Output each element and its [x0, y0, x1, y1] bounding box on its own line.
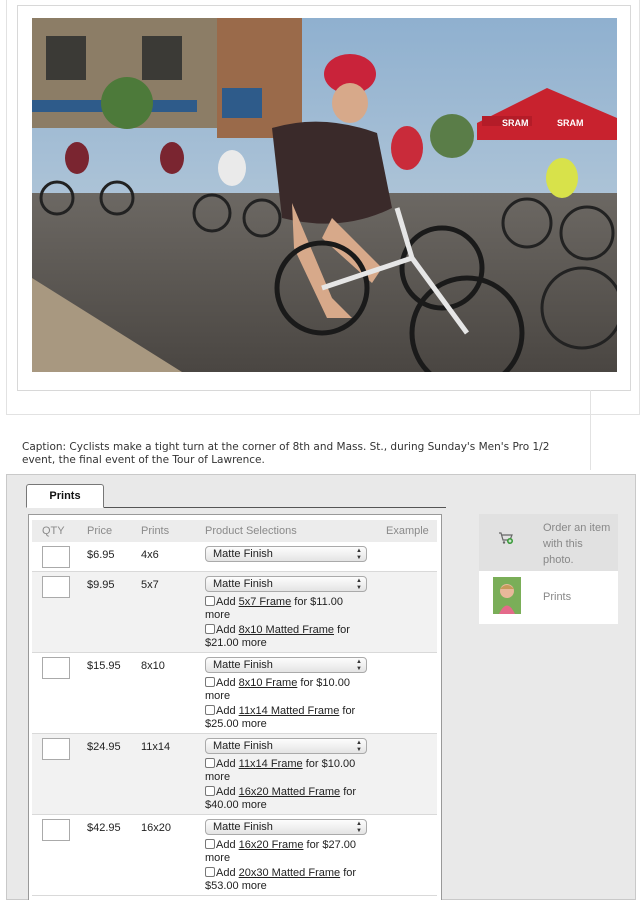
option-prefix: Add [216, 867, 239, 879]
prints-thumbnail-image [493, 577, 521, 614]
prints-thumbnail[interactable] [493, 577, 521, 614]
table-row: $9.95 5x7 Matte Finish ▲ ▼ Add 5x7 Frame for … [32, 572, 437, 653]
table-row: $24.95 11x14 Matte Finish ▲ ▼ Add 11x14 Frame… [32, 734, 437, 815]
quantity-input[interactable] [42, 738, 70, 760]
print-size-cell: 16x20 [141, 822, 171, 834]
quantity-input[interactable] [42, 657, 70, 679]
quantity-input[interactable] [42, 819, 70, 841]
option-prefix: Add [216, 839, 239, 851]
add-frame-checkbox[interactable] [205, 758, 215, 768]
print-size-cell: 5x7 [141, 579, 159, 591]
finish-select[interactable]: Matte Finish ▲ ▼ [205, 657, 367, 673]
price-cell: $6.95 [87, 549, 115, 561]
finish-select[interactable]: Matte Finish ▲ ▼ [205, 576, 367, 592]
add-frame-checkbox[interactable] [205, 677, 215, 687]
finish-select[interactable]: Matte Finish ▲ ▼ [205, 819, 367, 835]
option-prefix: Add [216, 705, 239, 717]
cart-add-icon [499, 532, 513, 544]
header-price: Price [87, 525, 113, 537]
order-panel: Prints QTY Price Prints Product Selectio… [6, 474, 636, 900]
finish-select-value: Matte Finish [213, 548, 273, 560]
add-frame-checkbox[interactable] [205, 624, 215, 634]
table-row: $6.95 4x6 Matte Finish ▲ ▼ [32, 542, 437, 572]
frame-link[interactable]: 11x14 Frame [239, 758, 303, 770]
order-sidebar: Order an item with this photo. Prints [479, 514, 618, 624]
tab-prints[interactable]: Prints [26, 484, 104, 508]
frame-link[interactable]: 16x20 Frame [239, 839, 304, 851]
order-item-box[interactable]: Order an item with this photo. [479, 514, 618, 571]
select-arrows-icon: ▲ ▼ [356, 548, 362, 561]
frame-link[interactable]: 5x7 Frame [239, 596, 292, 608]
add-frame-option: Add 11x14 Matted Frame for $25.00 more [205, 705, 365, 731]
add-frame-checkbox[interactable] [205, 867, 215, 877]
tent-banner-text-1: SRAM [502, 118, 529, 128]
add-frame-option: Add 16x20 Matted Frame for $40.00 more [205, 786, 365, 812]
add-frame-option: Add 5x7 Frame for $11.00 more [205, 596, 365, 622]
quantity-input[interactable] [42, 546, 70, 568]
print-size-cell: 8x10 [141, 660, 165, 672]
sidebar-prints-label[interactable]: Prints [543, 591, 571, 603]
table-row: $15.95 8x10 Matte Finish ▲ ▼ Add 8x10 Frame f… [32, 653, 437, 734]
header-qty: QTY [42, 525, 65, 537]
order-item-text: Order an item with this photo. [543, 522, 611, 566]
tent-banner-text-2: SRAM [557, 118, 584, 128]
price-cell: $42.95 [87, 822, 121, 834]
header-product-selections: Product Selections [205, 525, 297, 537]
price-cell: $9.95 [87, 579, 115, 591]
add-frame-checkbox[interactable] [205, 705, 215, 715]
add-frame-checkbox[interactable] [205, 786, 215, 796]
cycling-photo-image: SRAM SRAM [32, 18, 617, 372]
add-frame-option: Add 8x10 Matted Frame for $21.00 more [205, 624, 365, 650]
frame-link[interactable]: 8x10 Matted Frame [239, 624, 334, 636]
price-cell: $24.95 [87, 741, 121, 753]
frame-link[interactable]: 16x20 Matted Frame [239, 786, 341, 798]
table-row: $42.95 16x20 Matte Finish ▲ ▼ Add 16x20 Frame… [32, 815, 437, 896]
price-cell: $15.95 [87, 660, 121, 672]
photo-panel: SRAM SRAM [6, 0, 640, 415]
finish-select-value: Matte Finish [213, 659, 273, 671]
finish-select[interactable]: Matte Finish ▲ ▼ [205, 738, 367, 754]
add-frame-option: Add 11x14 Frame for $10.00 more [205, 758, 365, 784]
photo-frame: SRAM SRAM [17, 5, 631, 391]
prints-table: QTY Price Prints Product Selections Exam… [28, 514, 442, 900]
option-prefix: Add [216, 758, 239, 770]
photo-caption: Caption: Cyclists make a tight turn at t… [22, 441, 550, 466]
tab-bar: Prints [26, 484, 446, 508]
header-example: Example [386, 525, 429, 537]
finish-select[interactable]: Matte Finish ▲ ▼ [205, 546, 367, 562]
option-prefix: Add [216, 596, 239, 608]
frame-link[interactable]: 8x10 Frame [239, 677, 298, 689]
print-size-cell: 11x14 [141, 741, 171, 753]
add-frame-checkbox[interactable] [205, 839, 215, 849]
finish-select-value: Matte Finish [213, 821, 273, 833]
select-arrows-icon: ▲ ▼ [356, 740, 362, 753]
add-frame-checkbox[interactable] [205, 596, 215, 606]
cycling-photo[interactable]: SRAM SRAM [32, 18, 617, 372]
quantity-input[interactable] [42, 576, 70, 598]
add-frame-option: Add 16x20 Frame for $27.00 more [205, 839, 365, 865]
frame-link[interactable]: 20x30 Matted Frame [239, 867, 341, 879]
option-prefix: Add [216, 677, 239, 689]
finish-select-value: Matte Finish [213, 578, 273, 590]
frame-link[interactable]: 11x14 Matted Frame [239, 705, 340, 717]
add-frame-option: Add 20x30 Matted Frame for $53.00 more [205, 867, 365, 893]
option-prefix: Add [216, 786, 239, 798]
finish-select-value: Matte Finish [213, 740, 273, 752]
select-arrows-icon: ▲ ▼ [356, 578, 362, 591]
header-prints: Prints [141, 525, 170, 537]
add-frame-option: Add 8x10 Frame for $10.00 more [205, 677, 365, 703]
divider [590, 390, 591, 470]
table-header: QTY Price Prints Product Selections Exam… [32, 520, 437, 542]
select-arrows-icon: ▲ ▼ [356, 821, 362, 834]
select-arrows-icon: ▲ ▼ [356, 659, 362, 672]
print-size-cell: 4x6 [141, 549, 159, 561]
option-prefix: Add [216, 624, 239, 636]
